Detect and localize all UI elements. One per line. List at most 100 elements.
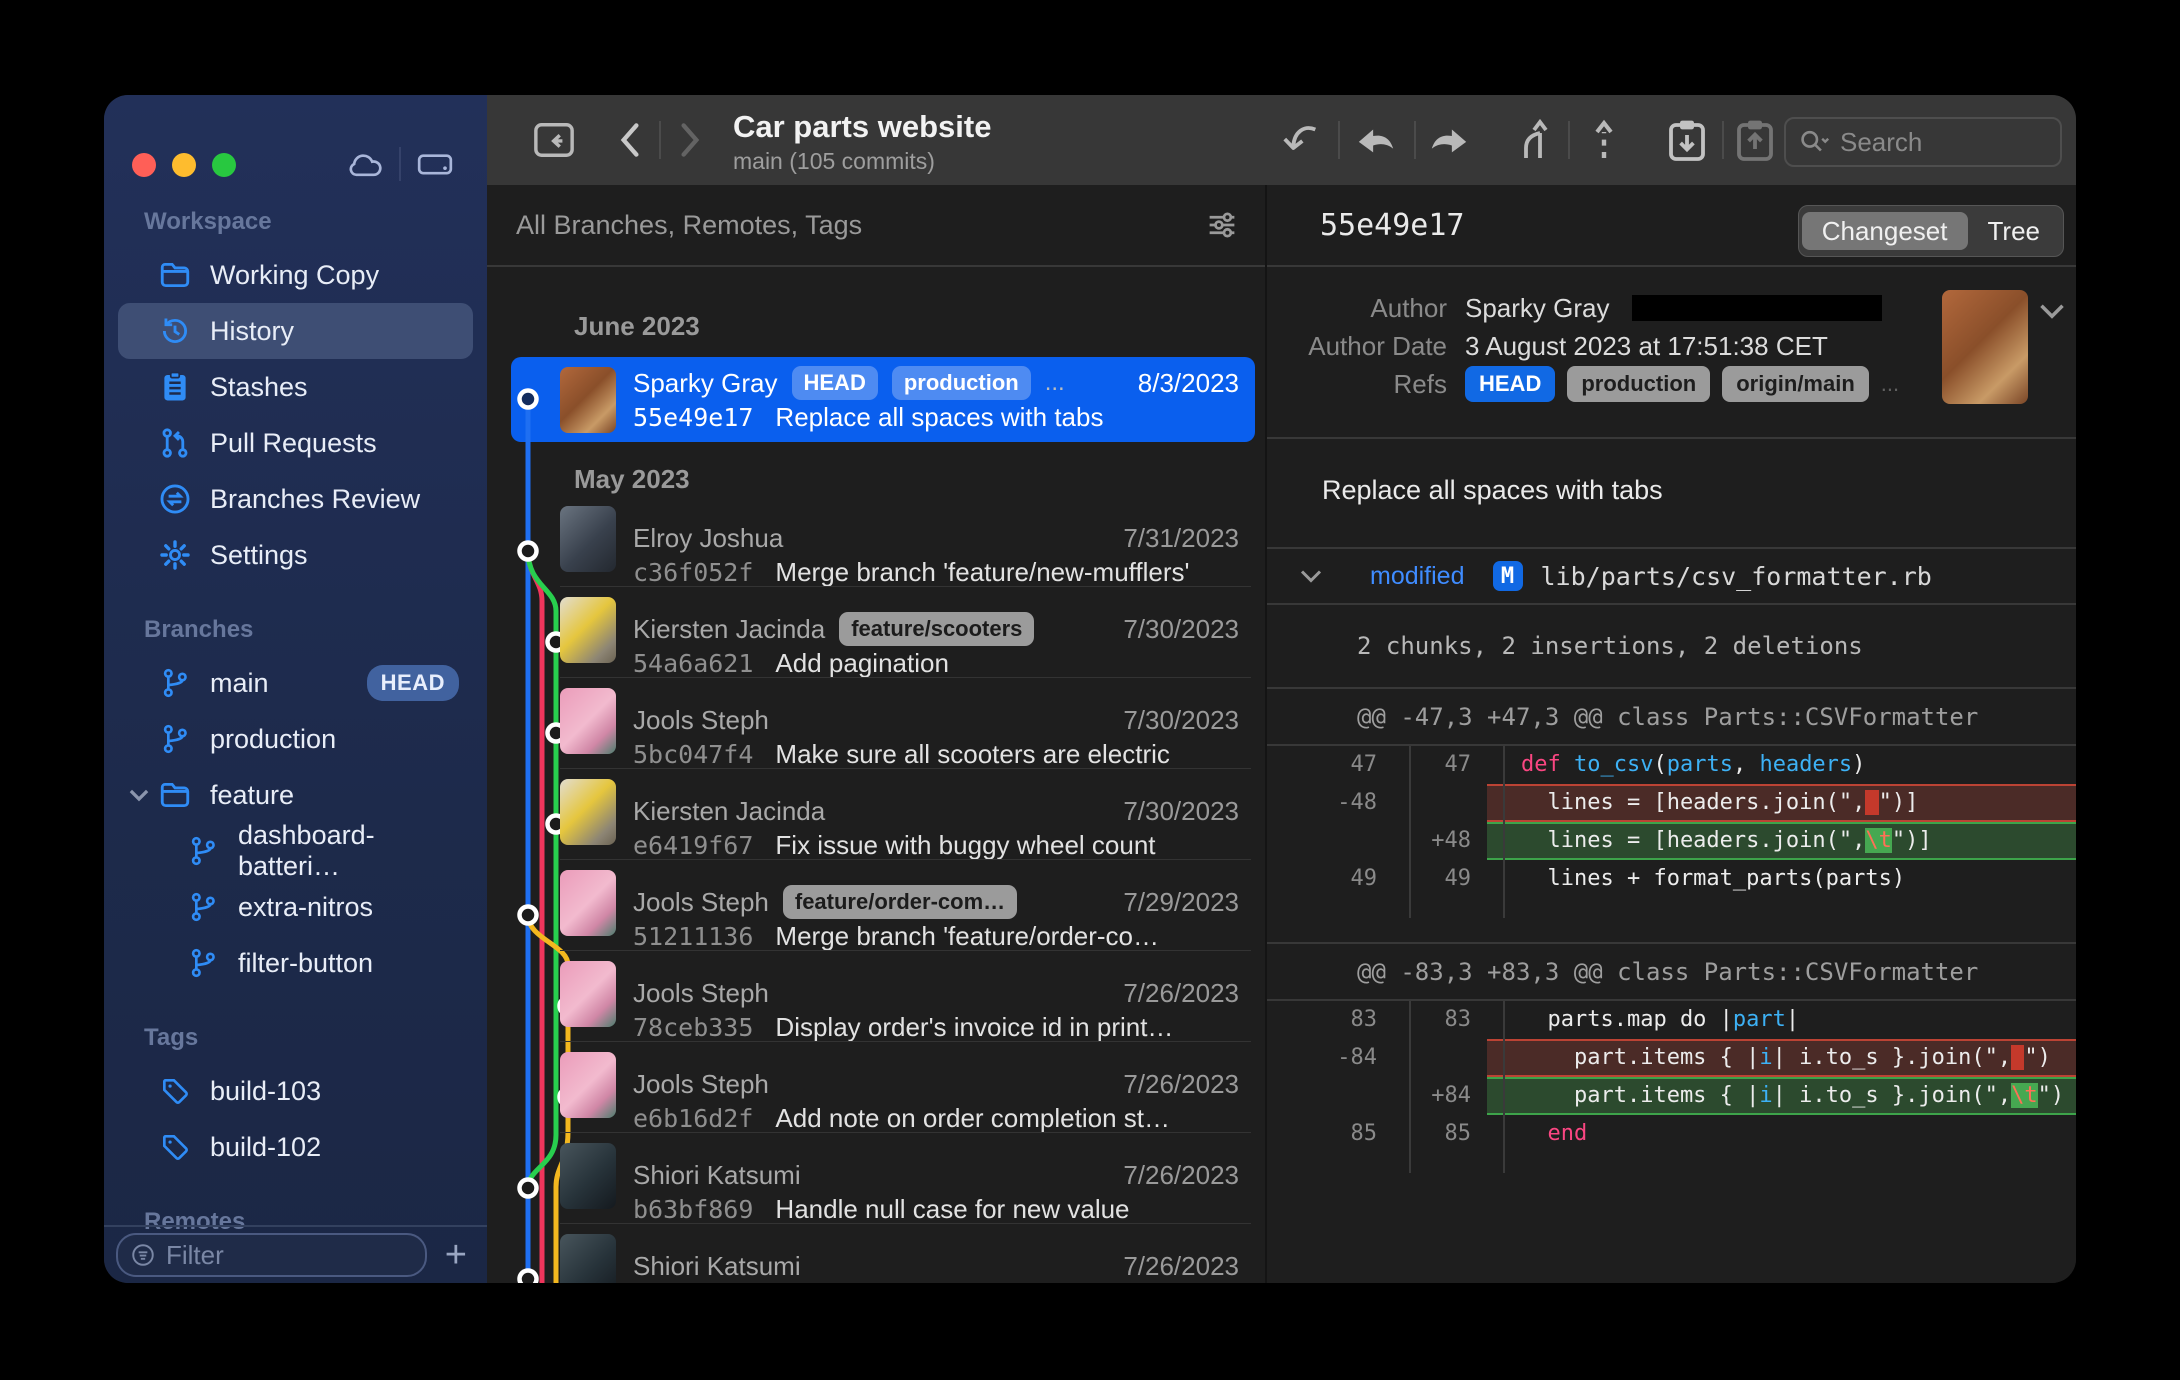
commit-row[interactable]: Kiersten Jacinda7/30/2023e6419f67Fix iss… bbox=[487, 769, 1265, 860]
close-button[interactable] bbox=[132, 153, 156, 177]
commit-row[interactable]: Jools Stephfeature/order-com…7/29/202351… bbox=[487, 860, 1265, 951]
sidebar-item-build-102[interactable]: build-102 bbox=[118, 1119, 473, 1175]
refs-label: Refs bbox=[1267, 369, 1447, 400]
sidebar-item-build-103[interactable]: build-103 bbox=[118, 1063, 473, 1119]
branch-filter-label: All Branches, Remotes, Tags bbox=[516, 210, 862, 241]
forward-button[interactable] bbox=[675, 120, 705, 160]
stash-pop-icon[interactable] bbox=[1733, 117, 1777, 163]
gear-icon bbox=[158, 538, 192, 572]
sidebar-item-branches-review[interactable]: Branches Review bbox=[118, 471, 473, 527]
commit-author: Elroy Joshua bbox=[633, 523, 783, 554]
pull-icon[interactable] bbox=[1353, 119, 1399, 161]
commit-row[interactable]: Kiersten Jacindafeature/scooters7/30/202… bbox=[487, 587, 1265, 678]
old-line-number: 85 bbox=[1267, 1115, 1393, 1153]
commit-date: 7/30/2023 bbox=[1123, 705, 1239, 736]
minimize-button[interactable] bbox=[172, 153, 196, 177]
commit-row[interactable]: Jools Steph7/26/202378ceb335Display orde… bbox=[487, 951, 1265, 1042]
diff-code-block: 4747def to_csv(parts, headers)-48 lines … bbox=[1267, 746, 2076, 918]
avatar bbox=[560, 1143, 616, 1209]
push-icon[interactable] bbox=[1426, 119, 1472, 161]
search-input[interactable]: Search bbox=[1784, 117, 2062, 167]
author-date: 3 August 2023 at 17:51:38 CET bbox=[1465, 331, 1828, 362]
old-line-number: -48 bbox=[1267, 784, 1393, 822]
commit-date: 8/3/2023 bbox=[1138, 368, 1239, 399]
sidebar-item-filter-button[interactable]: filter-button bbox=[118, 935, 473, 991]
list-filter-icon[interactable] bbox=[1203, 208, 1241, 242]
commit-row[interactable]: Shiori Katsumi 7/26/2023 bbox=[487, 1224, 1265, 1283]
drive-icon[interactable] bbox=[415, 147, 455, 181]
old-line-number: 49 bbox=[1267, 860, 1393, 898]
sidebar-item-extra-nitros[interactable]: extra-nitros bbox=[118, 879, 473, 935]
search-placeholder: Search bbox=[1840, 127, 1922, 158]
diff-stats: 2 chunks, 2 insertions, 2 deletions bbox=[1267, 605, 2076, 687]
sidebar-item-label: feature bbox=[210, 780, 294, 811]
cloud-icon[interactable] bbox=[345, 147, 385, 181]
stash-icon bbox=[158, 370, 192, 404]
commit-row[interactable]: Elroy Joshua7/31/2023c36f052fMerge branc… bbox=[487, 496, 1265, 587]
sidebar-item-feature[interactable]: feature bbox=[118, 767, 473, 823]
commit-subject: Merge branch 'feature/order-co… bbox=[775, 921, 1159, 952]
sidebar-item-history[interactable]: History bbox=[118, 303, 473, 359]
fetch-icon[interactable] bbox=[1278, 119, 1324, 161]
collapse-metadata-icon[interactable] bbox=[2038, 301, 2066, 321]
commit-row[interactable]: Jools Steph7/30/20235bc047f4Make sure al… bbox=[487, 678, 1265, 769]
filter-input[interactable]: Filter bbox=[116, 1233, 427, 1277]
ref-badge-origin-main[interactable]: origin/main bbox=[1722, 366, 1869, 402]
commit-date: 7/30/2023 bbox=[1123, 796, 1239, 827]
sidebar-item-label: History bbox=[210, 316, 294, 347]
collapse-file-icon[interactable] bbox=[1299, 568, 1323, 584]
commit-subject: Add pagination bbox=[775, 648, 948, 679]
sidebar-item-stashes[interactable]: Stashes bbox=[118, 359, 473, 415]
ref-badge-production[interactable]: production bbox=[1567, 366, 1710, 402]
back-button[interactable] bbox=[615, 120, 645, 160]
commit-date: 7/30/2023 bbox=[1123, 614, 1239, 645]
sidebar-item-label: build-103 bbox=[210, 1076, 321, 1107]
avatar bbox=[560, 779, 616, 845]
new-line-number: 83 bbox=[1393, 1001, 1487, 1039]
zoom-button[interactable] bbox=[212, 153, 236, 177]
sidebar-item-settings[interactable]: Settings bbox=[118, 527, 473, 583]
section-title-workspace: Workspace bbox=[144, 205, 487, 239]
rebase-icon[interactable] bbox=[1584, 118, 1624, 162]
merge-icon[interactable] bbox=[1513, 118, 1553, 162]
refs-badges: HEADproductionorigin/main... bbox=[1465, 366, 1899, 402]
code-text: lines = [headers.join(",\t")] bbox=[1487, 822, 2076, 860]
repo-subtitle: main (105 commits) bbox=[733, 148, 991, 175]
sidebar-item-working-copy[interactable]: Working Copy bbox=[118, 247, 473, 303]
commit-subject: Handle null case for new value bbox=[775, 1194, 1129, 1225]
sidebar-item-dashboard-batteri-[interactable]: dashboard-batteri… bbox=[118, 823, 473, 879]
tab-tree[interactable]: Tree bbox=[1968, 212, 2061, 250]
add-button[interactable]: + bbox=[437, 1236, 475, 1274]
commit-date: 7/26/2023 bbox=[1123, 1069, 1239, 1100]
chevron-down-icon[interactable] bbox=[126, 782, 152, 808]
sidebar-item-label: Pull Requests bbox=[210, 428, 377, 459]
commit-author: Kiersten Jacinda bbox=[633, 614, 825, 645]
commit-date: 7/26/2023 bbox=[1123, 1251, 1239, 1282]
commit-row[interactable]: Jools Steph7/26/2023e6b16d2fAdd note on … bbox=[487, 1042, 1265, 1133]
changed-file-row[interactable]: modified M lib/parts/csv_formatter.rb bbox=[1267, 549, 2076, 605]
commit-date: 7/31/2023 bbox=[1123, 523, 1239, 554]
commit-subject: Add note on order completion st… bbox=[775, 1103, 1170, 1134]
commit-author: Sparky Gray bbox=[633, 368, 778, 399]
ref-badge-head[interactable]: HEAD bbox=[1465, 366, 1555, 402]
commit-row[interactable]: Sparky GrayHEADproduction...8/3/202355e4… bbox=[487, 357, 1265, 442]
sidebar-navigation: Workspace Working Copy History Stashes Pull … bbox=[104, 191, 487, 1247]
hunk-header: @@ -47,3 +47,3 @@ class Parts::CSVFormat… bbox=[1267, 687, 2076, 746]
tab-changeset[interactable]: Changeset bbox=[1802, 212, 1968, 250]
sidebar-item-pull-requests[interactable]: Pull Requests bbox=[118, 415, 473, 471]
old-line-number: 83 bbox=[1267, 1001, 1393, 1039]
new-line-number: 47 bbox=[1393, 746, 1487, 784]
repository-icon[interactable] bbox=[531, 119, 577, 161]
commit-row[interactable]: Shiori Katsumi7/26/2023b63bf869Handle nu… bbox=[487, 1133, 1265, 1224]
stash-save-icon[interactable] bbox=[1665, 117, 1709, 163]
diff-line: +84 part.items { |i| i.to_s }.join(",\t"… bbox=[1267, 1077, 2076, 1115]
avatar bbox=[560, 961, 616, 1027]
window-controls bbox=[132, 153, 236, 177]
sidebar-item-label: filter-button bbox=[238, 948, 373, 979]
commit-list-header[interactable]: All Branches, Remotes, Tags bbox=[487, 185, 1265, 267]
commit-author: Shiori Katsumi bbox=[633, 1251, 801, 1282]
filter-placeholder: Filter bbox=[166, 1240, 224, 1271]
sidebar-item-production[interactable]: production bbox=[118, 711, 473, 767]
sidebar-item-label: extra-nitros bbox=[238, 892, 373, 923]
sidebar-item-main[interactable]: mainHEAD bbox=[118, 655, 473, 711]
